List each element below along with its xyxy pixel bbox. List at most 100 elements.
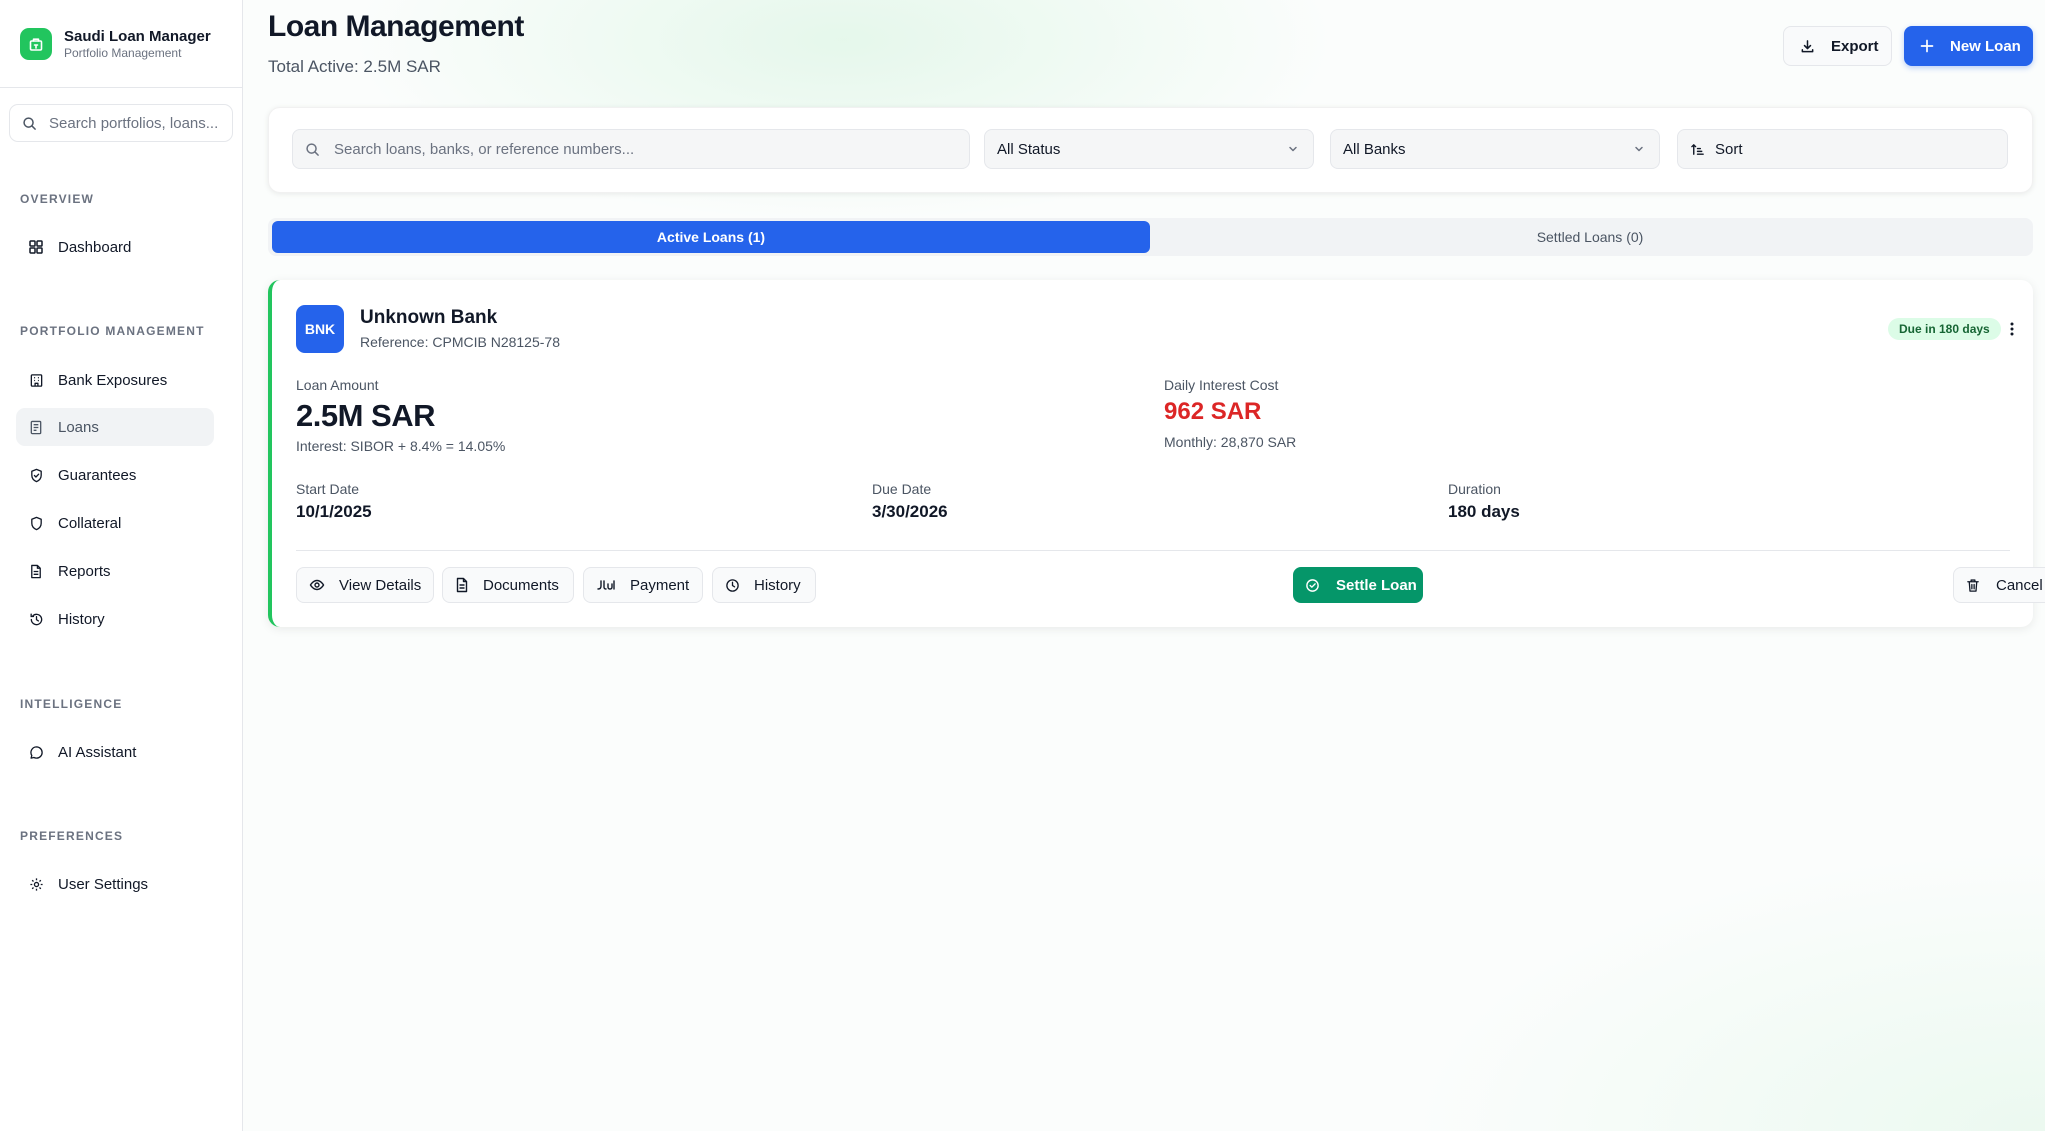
- view-details-button[interactable]: View Details: [296, 567, 434, 603]
- section-label-intelligence: INTELLIGENCE: [20, 697, 123, 711]
- sidebar-item-history[interactable]: History: [16, 600, 214, 638]
- sidebar-item-guarantees[interactable]: Guarantees: [16, 456, 214, 494]
- app-root: Saudi Loan Manager Portfolio Management …: [0, 0, 2045, 1131]
- building-icon: [20, 27, 52, 60]
- sidebar-item-label: Guarantees: [58, 466, 137, 484]
- monthly-interest: Monthly: 28,870 SAR: [1164, 434, 1297, 450]
- sort-icon: [1690, 142, 1705, 157]
- more-options-button[interactable]: [2000, 317, 2024, 341]
- history-label: History: [754, 576, 801, 594]
- tab-active-loans[interactable]: Active Loans (1): [272, 221, 1150, 253]
- daily-interest-value: 962 SAR: [1164, 398, 1262, 425]
- brand-subtitle: Portfolio Management: [64, 45, 182, 60]
- brand-title: Saudi Loan Manager: [64, 27, 211, 45]
- history-button[interactable]: History: [712, 567, 816, 603]
- sort-button[interactable]: Sort: [1677, 129, 2008, 169]
- due-date-value: 3/30/2026: [872, 502, 948, 521]
- trash-icon: [1966, 578, 1980, 593]
- interest-rate: Interest: SIBOR + 8.4% = 14.05%: [296, 438, 506, 454]
- sidebar: Saudi Loan Manager Portfolio Management …: [0, 0, 243, 1131]
- section-label-portfolio: PORTFOLIO MANAGEMENT: [20, 324, 205, 338]
- loan-card: BNK Unknown Bank Reference: CPMCIB N2812…: [268, 280, 2045, 627]
- new-loan-label: New Loan: [1950, 37, 2021, 55]
- download-icon: [1800, 39, 1815, 54]
- sidebar-search-input[interactable]: Search portfolios, loans...: [9, 104, 233, 142]
- bank-name: Unknown Bank: [360, 307, 498, 328]
- cancel-label: Cancel: [1996, 576, 2043, 594]
- status-select-value: All Status: [997, 140, 1061, 158]
- history-icon: [28, 611, 44, 627]
- sort-label: Sort: [1715, 140, 1743, 158]
- sidebar-search-placeholder: Search portfolios, loans...: [49, 114, 219, 132]
- bank-avatar: BNK: [296, 305, 344, 353]
- more-vertical-icon: [2010, 322, 2014, 336]
- check-circle-icon: [1305, 578, 1320, 593]
- sidebar-item-reports[interactable]: Reports: [16, 552, 214, 590]
- duration-label: Duration: [1448, 481, 1501, 497]
- main-content: Loan Management Total Active: 2.5M SAR E…: [243, 0, 2045, 1131]
- grid-icon: [28, 239, 44, 255]
- search-icon: [305, 142, 320, 157]
- start-date-label: Start Date: [296, 481, 360, 497]
- sidebar-item-ai-assistant[interactable]: AI Assistant: [16, 733, 214, 771]
- file-text-icon: [455, 577, 469, 593]
- sidebar-item-label: User Settings: [58, 875, 149, 893]
- sidebar-item-bank-exposures[interactable]: Bank Exposures: [16, 361, 214, 399]
- section-label-overview: OVERVIEW: [20, 192, 95, 206]
- section-label-preferences: PREFERENCES: [20, 829, 124, 843]
- brand[interactable]: Saudi Loan Manager Portfolio Management: [0, 0, 242, 88]
- receipt-icon: [28, 419, 44, 435]
- loan-reference: Reference: CPMCIB N28125-78: [360, 334, 560, 350]
- search-icon: [22, 116, 37, 131]
- page-title: Loan Management: [268, 10, 524, 43]
- building-icon: [28, 372, 44, 388]
- sidebar-item-dashboard[interactable]: Dashboard: [16, 228, 214, 266]
- sidebar-item-label: Dashboard: [58, 238, 132, 256]
- cancel-loan-button[interactable]: Cancel: [1953, 567, 2045, 603]
- payment-label: Payment: [630, 576, 690, 594]
- payment-button[interactable]: Payment: [583, 567, 703, 603]
- banks-select[interactable]: All Banks: [1330, 129, 1660, 169]
- filter-bar: Search loans, banks, or reference number…: [268, 107, 2033, 193]
- loan-amount-label: Loan Amount: [296, 377, 379, 393]
- sidebar-item-label: Reports: [58, 562, 111, 580]
- new-loan-button[interactable]: New Loan: [1904, 26, 2033, 66]
- clock-icon: [725, 578, 740, 593]
- export-button[interactable]: Export: [1783, 26, 1892, 66]
- chevron-down-icon: [1633, 143, 1645, 155]
- export-label: Export: [1831, 37, 1879, 55]
- settle-loan-label: Settle Loan: [1336, 576, 1417, 594]
- riyal-currency-icon: [596, 578, 616, 592]
- total-active-summary: Total Active: 2.5M SAR: [268, 57, 441, 76]
- documents-button[interactable]: Documents: [442, 567, 574, 603]
- settle-loan-button[interactable]: Settle Loan: [1293, 567, 1423, 603]
- banks-select-value: All Banks: [1343, 140, 1406, 158]
- view-details-label: View Details: [339, 576, 422, 594]
- status-select[interactable]: All Status: [984, 129, 1314, 169]
- shield-icon: [28, 515, 44, 531]
- tab-settled-loans[interactable]: Settled Loans (0): [1151, 221, 2029, 253]
- daily-interest-label: Daily Interest Cost: [1164, 377, 1279, 393]
- loan-search-placeholder: Search loans, banks, or reference number…: [334, 140, 635, 158]
- eye-icon: [309, 577, 325, 593]
- sidebar-item-label: Collateral: [58, 514, 122, 532]
- sidebar-item-collateral[interactable]: Collateral: [16, 504, 214, 542]
- sidebar-item-label: AI Assistant: [58, 743, 137, 761]
- message-circle-icon: [28, 744, 44, 760]
- card-divider: [296, 550, 2010, 551]
- loan-amount-value: 2.5M SAR: [296, 398, 435, 433]
- sidebar-item-loans[interactable]: Loans: [16, 408, 214, 446]
- duration-value: 180 days: [1448, 502, 1520, 521]
- due-date-label: Due Date: [872, 481, 932, 497]
- start-date-value: 10/1/2025: [296, 502, 372, 521]
- loan-search-input[interactable]: Search loans, banks, or reference number…: [292, 129, 970, 169]
- shield-check-icon: [28, 467, 44, 483]
- sidebar-item-user-settings[interactable]: User Settings: [16, 865, 214, 903]
- sidebar-item-label: Bank Exposures: [58, 371, 168, 389]
- file-text-icon: [28, 563, 44, 579]
- sidebar-item-label: History: [58, 610, 105, 628]
- sidebar-item-label: Loans: [58, 418, 99, 436]
- documents-label: Documents: [483, 576, 559, 594]
- plus-icon: [1920, 39, 1934, 53]
- gear-icon: [28, 876, 44, 892]
